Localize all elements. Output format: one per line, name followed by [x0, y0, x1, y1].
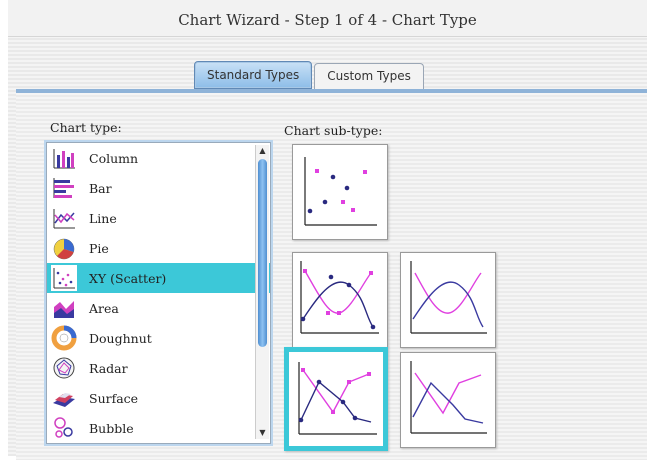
scatter-smoothed-lines-icon	[410, 261, 487, 334]
scatter-markers-only-icon	[304, 157, 377, 226]
list-item-label: Line	[89, 210, 117, 226]
sub-type-scatter-straight-lines-markers[interactable]	[284, 347, 388, 451]
sub-type-scatter-smoothed-lines-markers[interactable]	[292, 252, 388, 348]
chart-type-label: Chart type:	[50, 120, 122, 135]
list-item-area[interactable]: Area	[47, 293, 270, 323]
list-item-label: Surface	[89, 390, 139, 406]
list-item-radar[interactable]: Radar	[47, 353, 270, 383]
scroll-down-arrow-icon[interactable]: ▼	[256, 428, 269, 438]
scatter-chart-icon	[51, 265, 77, 291]
list-item-label: Column	[89, 150, 139, 166]
list-item-line[interactable]: Line	[47, 203, 270, 233]
list-item-label: Bubble	[89, 420, 134, 436]
sub-type-scatter-markers-only[interactable]	[292, 144, 388, 240]
line-chart-icon	[53, 209, 75, 229]
radar-chart-icon	[53, 357, 75, 379]
tab-custom-types[interactable]: Custom Types	[314, 63, 424, 89]
window-title: Chart Wizard - Step 1 of 4 - Chart Type	[178, 11, 477, 29]
area-chart-icon	[54, 301, 74, 318]
list-item-bar[interactable]: Bar	[47, 173, 270, 203]
scatter-smoothed-lines-markers-icon	[300, 261, 379, 334]
chart-sub-type-label: Chart sub-type:	[284, 123, 383, 138]
pie-chart-icon	[53, 238, 75, 260]
sub-type-scatter-straight-lines[interactable]	[400, 352, 496, 448]
scatter-straight-lines-icon	[410, 361, 487, 434]
doughnut-chart-icon	[51, 325, 77, 351]
list-item-bubble[interactable]: Bubble	[47, 413, 270, 443]
list-item-label: Doughnut	[89, 330, 152, 346]
list-item-label: Radar	[89, 360, 128, 376]
scatter-straight-lines-markers-icon	[298, 362, 377, 435]
column-chart-icon	[53, 149, 75, 169]
chart-type-list[interactable]: Column Bar Line Pie XY (Scatter) Area Do…	[46, 142, 271, 444]
tab-standard-types[interactable]: Standard Types	[194, 61, 313, 89]
title-bar[interactable]: Chart Wizard - Step 1 of 4 - Chart Type	[8, 0, 647, 37]
surface-chart-icon	[53, 393, 75, 407]
list-item-label: Pie	[89, 240, 109, 256]
list-item-xy-scatter[interactable]: XY (Scatter)	[47, 263, 270, 293]
list-item-column[interactable]: Column	[47, 143, 270, 173]
tab-bar: Standard Types Custom Types	[194, 61, 424, 91]
list-item-label: Bar	[89, 180, 112, 196]
scroll-up-arrow-icon[interactable]: ▲	[256, 146, 269, 156]
bar-chart-icon	[53, 178, 74, 198]
list-item-pie[interactable]: Pie	[47, 233, 270, 263]
scroll-thumb[interactable]	[258, 159, 267, 347]
bubble-chart-icon	[54, 417, 73, 438]
sub-type-scatter-smoothed-lines[interactable]	[400, 252, 496, 348]
list-item-label: Area	[89, 300, 119, 316]
list-item-surface[interactable]: Surface	[47, 383, 270, 413]
list-item-label: XY (Scatter)	[89, 270, 167, 286]
list-item-doughnut[interactable]: Doughnut	[47, 323, 270, 353]
chart-type-scrollbar[interactable]: ▲ ▼	[255, 145, 269, 439]
